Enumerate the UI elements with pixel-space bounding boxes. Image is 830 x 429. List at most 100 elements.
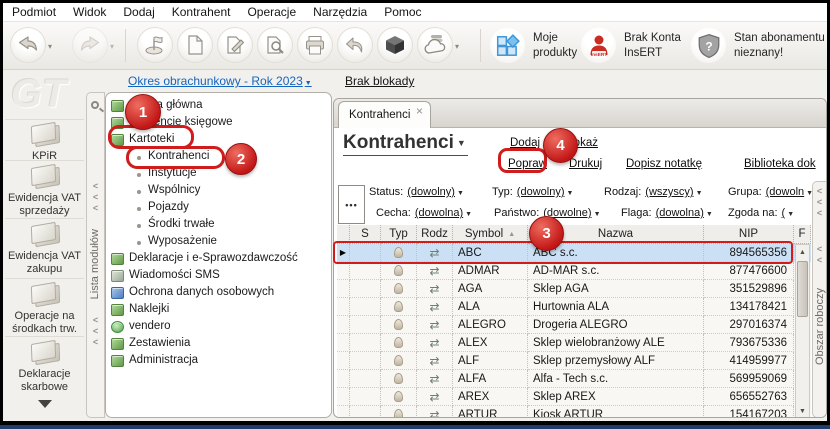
- nav-back-button[interactable]: [10, 27, 46, 63]
- menu-item-kontrahent[interactable]: Kontrahent: [172, 5, 231, 19]
- cloud-icon: [422, 32, 448, 58]
- module-item-4[interactable]: Deklaracje skarbowe: [3, 340, 86, 394]
- status-cell: [350, 298, 381, 316]
- printer-icon: [303, 33, 327, 57]
- filter-status[interactable]: Status:(dowolny)▼: [369, 186, 464, 198]
- type-cell: [381, 334, 417, 352]
- table-row[interactable]: ⇄ALAHurtownia ALA134178421: [337, 298, 811, 316]
- filter-flaga[interactable]: Flaga:(dowolna)▼: [621, 207, 713, 219]
- cloud-dropdown-icon[interactable]: ▾: [455, 42, 459, 51]
- new-document-button[interactable]: [177, 27, 213, 63]
- filter-cecha[interactable]: Cecha:(dowolna)▼: [376, 207, 472, 219]
- close-icon[interactable]: ×: [416, 104, 423, 118]
- filter-value[interactable]: (: [782, 207, 786, 219]
- filter-zgodana[interactable]: Zgoda na:(▼: [728, 207, 794, 219]
- tree-item-wspólnicy[interactable]: Wspólnicy: [106, 183, 331, 200]
- tree-item-pojazdy[interactable]: Pojazdy: [106, 200, 331, 217]
- menu-item-narzędzia[interactable]: Narzędzia: [313, 5, 367, 19]
- module-item-2[interactable]: Ewidencja VAT zakupu: [3, 222, 86, 276]
- tree-item-środki-trwałe[interactable]: Środki trwałe: [106, 217, 331, 234]
- table-row[interactable]: ⇄ARTURKiosk ARTUR154167203: [337, 406, 811, 418]
- column-header-f[interactable]: F: [794, 225, 811, 244]
- tree-item-ochrona-danych-osobowych[interactable]: Ochrona danych osobowych: [106, 285, 331, 302]
- filter-typ[interactable]: Typ:(dowolny)▼: [492, 186, 573, 198]
- table-row[interactable]: ⇄AREXSklep AREX656552763: [337, 388, 811, 406]
- tree-item-wyposażenie[interactable]: Wyposażenie: [106, 234, 331, 251]
- module-item-3[interactable]: Operacje na środkach trw.: [3, 282, 86, 336]
- brak-blokady-link[interactable]: Brak blokady: [345, 74, 414, 88]
- status-cell: [350, 388, 381, 406]
- chevron-left-icon: <: [87, 315, 104, 326]
- table-row[interactable]: ⇄AGASklep AGA351529896: [337, 280, 811, 298]
- find-document-button[interactable]: [257, 27, 293, 63]
- brak-blokady-label: Brak blokady: [345, 74, 414, 88]
- menu-item-pomoc[interactable]: Pomoc: [384, 5, 421, 19]
- cloud-services-button[interactable]: [417, 27, 453, 63]
- module-divider: [5, 336, 84, 337]
- table-row[interactable]: ⇄ALFAAlfa - Tech s.c.569959069: [337, 370, 811, 388]
- scroll-up-icon[interactable]: ▲: [796, 245, 809, 259]
- row-indicator-cell: [337, 334, 350, 352]
- accounting-period-link[interactable]: Okres obrachunkowy - Rok 2023▼: [128, 74, 312, 88]
- tree-item-wiadomości-sms[interactable]: Wiadomości SMS: [106, 268, 331, 285]
- filter-value[interactable]: (dowolna): [656, 207, 704, 219]
- status-cell: [350, 334, 381, 352]
- module-item-1[interactable]: Ewidencja VAT sprzedaży: [3, 164, 86, 218]
- tree-item-zestawienia[interactable]: Zestawienia: [106, 336, 331, 353]
- module-item-label: Ewidencja VAT zakupu: [3, 250, 86, 276]
- menu-item-widok[interactable]: Widok: [73, 5, 106, 19]
- module-item-0[interactable]: KPiR: [3, 122, 86, 163]
- filter-value[interactable]: (dowoln: [766, 186, 805, 198]
- tree-item-deklaracje-i-e-sprawozdawczość[interactable]: Deklaracje i e-Sprawozdawczość: [106, 251, 331, 268]
- biblioteka-dokumentow-link[interactable]: Biblioteka dok: [744, 158, 816, 170]
- menu-item-podmiot[interactable]: Podmiot: [12, 5, 56, 19]
- cube-module-button[interactable]: [377, 27, 413, 63]
- table-row[interactable]: ⇄ALEGRODrogeria ALEGRO297016374: [337, 316, 811, 334]
- symbol-cell: AGA: [453, 280, 528, 298]
- tree-item-vendero[interactable]: vendero: [106, 319, 331, 336]
- page-title[interactable]: Kontrahenci▼: [343, 132, 468, 156]
- chevron-left-icon: <: [813, 197, 826, 208]
- filter-value[interactable]: (dowolny): [407, 186, 455, 198]
- stamp-button[interactable]: [137, 27, 173, 63]
- subscription-status-button[interactable]: ? Stan abonamentu nieznany!: [691, 28, 825, 63]
- menu-item-operacje[interactable]: Operacje: [247, 5, 296, 19]
- module-list-collapse-strip[interactable]: < < < Lista modułów < < <: [86, 92, 105, 418]
- filter-label: Zgoda na:: [728, 207, 778, 219]
- drukuj-link[interactable]: Drukuj: [569, 158, 602, 170]
- back-dropdown-icon[interactable]: ▾: [48, 42, 52, 51]
- type-cell: [381, 262, 417, 280]
- nip-cell: 656552763: [704, 388, 794, 406]
- subscription-status-label: Stan abonamentu nieznany!: [734, 31, 825, 61]
- table-scrollbar[interactable]: ▲ ▼: [795, 244, 810, 418]
- scrollbar-thumb[interactable]: [797, 261, 808, 317]
- vendero-icon: [111, 321, 124, 333]
- scroll-down-icon[interactable]: ▼: [796, 404, 809, 418]
- undo-button[interactable]: [337, 27, 373, 63]
- toolbar: ▾ ▾: [3, 22, 827, 70]
- filter-value[interactable]: (dowolna): [415, 207, 463, 219]
- table-row[interactable]: ⇄ADMARAD-MAR s.c.877476600: [337, 262, 811, 280]
- tab-kontrahenci[interactable]: Kontrahenci ×: [338, 101, 431, 128]
- tree-item-naklejki[interactable]: Naklejki: [106, 302, 331, 319]
- expand-modules-arrow-icon[interactable]: [38, 400, 52, 408]
- table-row[interactable]: ⇄ALFSklep przemysłowy ALF414959977: [337, 352, 811, 370]
- nav-forward-button[interactable]: [72, 27, 108, 63]
- filter-label: Flaga:: [621, 207, 652, 219]
- print-button[interactable]: [297, 27, 333, 63]
- filter-grupa[interactable]: Grupa:(dowoln▼: [728, 186, 813, 198]
- filter-value[interactable]: (dowolny): [517, 186, 565, 198]
- table-row[interactable]: ⇄ALEXSklep wielobranżowy ALE793675336: [337, 334, 811, 352]
- filter-value[interactable]: (wszyscy): [645, 186, 693, 198]
- insert-account-button[interactable]: InsERT Brak Konta InsERT: [581, 28, 681, 63]
- bidirectional-arrows-icon: ⇄: [429, 390, 439, 404]
- tree-item-administracja[interactable]: Administracja: [106, 353, 331, 370]
- forward-dropdown-icon[interactable]: ▾: [110, 42, 114, 51]
- moje-produkty-button[interactable]: Moje produkty: [490, 28, 577, 63]
- filter-rodzaj[interactable]: Rodzaj:(wszyscy)▼: [604, 186, 703, 198]
- edit-document-button[interactable]: [217, 27, 253, 63]
- dopisz-notatke-link[interactable]: Dopisz notatkę: [626, 158, 702, 170]
- menu-item-dodaj[interactable]: Dodaj: [123, 5, 154, 19]
- tax-declarations-icon: [29, 340, 61, 365]
- workspace-collapse-strip[interactable]: < < < < < Obszar roboczy: [812, 181, 827, 418]
